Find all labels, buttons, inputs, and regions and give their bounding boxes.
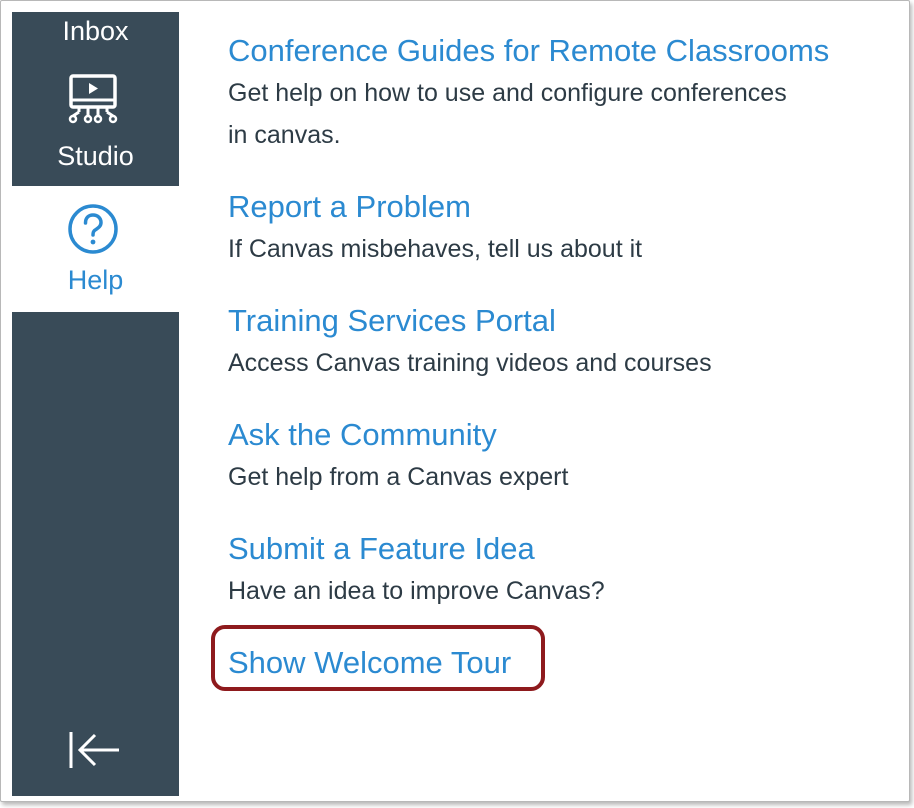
welcome-tour-highlight-box: [211, 625, 545, 691]
feature-idea-link[interactable]: Submit a Feature Idea: [228, 530, 535, 568]
help-item-ask-community: Ask the Community Get help from a Canvas…: [228, 416, 888, 498]
collapse-navigation-button[interactable]: [66, 725, 122, 775]
nav-item-help[interactable]: Help: [12, 186, 179, 312]
help-item-report-problem: Report a Problem If Canvas misbehaves, t…: [228, 188, 888, 270]
conference-guides-link[interactable]: Conference Guides for Remote Classrooms: [228, 32, 829, 70]
help-item-feature-idea: Submit a Feature Idea Have an idea to im…: [228, 530, 888, 612]
nav-item-inbox[interactable]: Inbox: [12, 12, 179, 62]
ask-community-link[interactable]: Ask the Community: [228, 416, 497, 454]
conference-guides-description: Get help on how to use and configure con…: [228, 72, 888, 156]
training-portal-description: Access Canvas training videos and course…: [228, 349, 712, 377]
studio-video-icon: [68, 74, 118, 124]
training-portal-link[interactable]: Training Services Portal: [228, 302, 556, 340]
report-problem-link[interactable]: Report a Problem: [228, 188, 471, 226]
nav-studio-label: Studio: [57, 141, 134, 171]
nav-inbox-label: Inbox: [62, 16, 129, 46]
arrow-left-bar-icon: [69, 732, 119, 768]
report-problem-description: If Canvas misbehaves, tell us about it: [228, 235, 643, 263]
nav-item-studio[interactable]: Studio: [12, 62, 179, 186]
feature-idea-description: Have an idea to improve Canvas?: [228, 577, 605, 605]
question-circle-icon: [68, 204, 118, 254]
help-item-training-portal: Training Services Portal Access Canvas t…: [228, 302, 888, 384]
description-line: Get help on how to use and configure con…: [228, 79, 787, 107]
description-line: in canvas.: [228, 121, 341, 149]
global-navigation-sidebar: Inbox Studio Help: [12, 12, 179, 796]
nav-help-label: Help: [67, 265, 124, 295]
help-tray-window: Inbox Studio Help Conference Guides for …: [0, 0, 910, 802]
help-item-conference-guides: Conference Guides for Remote Classrooms …: [228, 32, 888, 156]
ask-community-description: Get help from a Canvas expert: [228, 463, 569, 491]
